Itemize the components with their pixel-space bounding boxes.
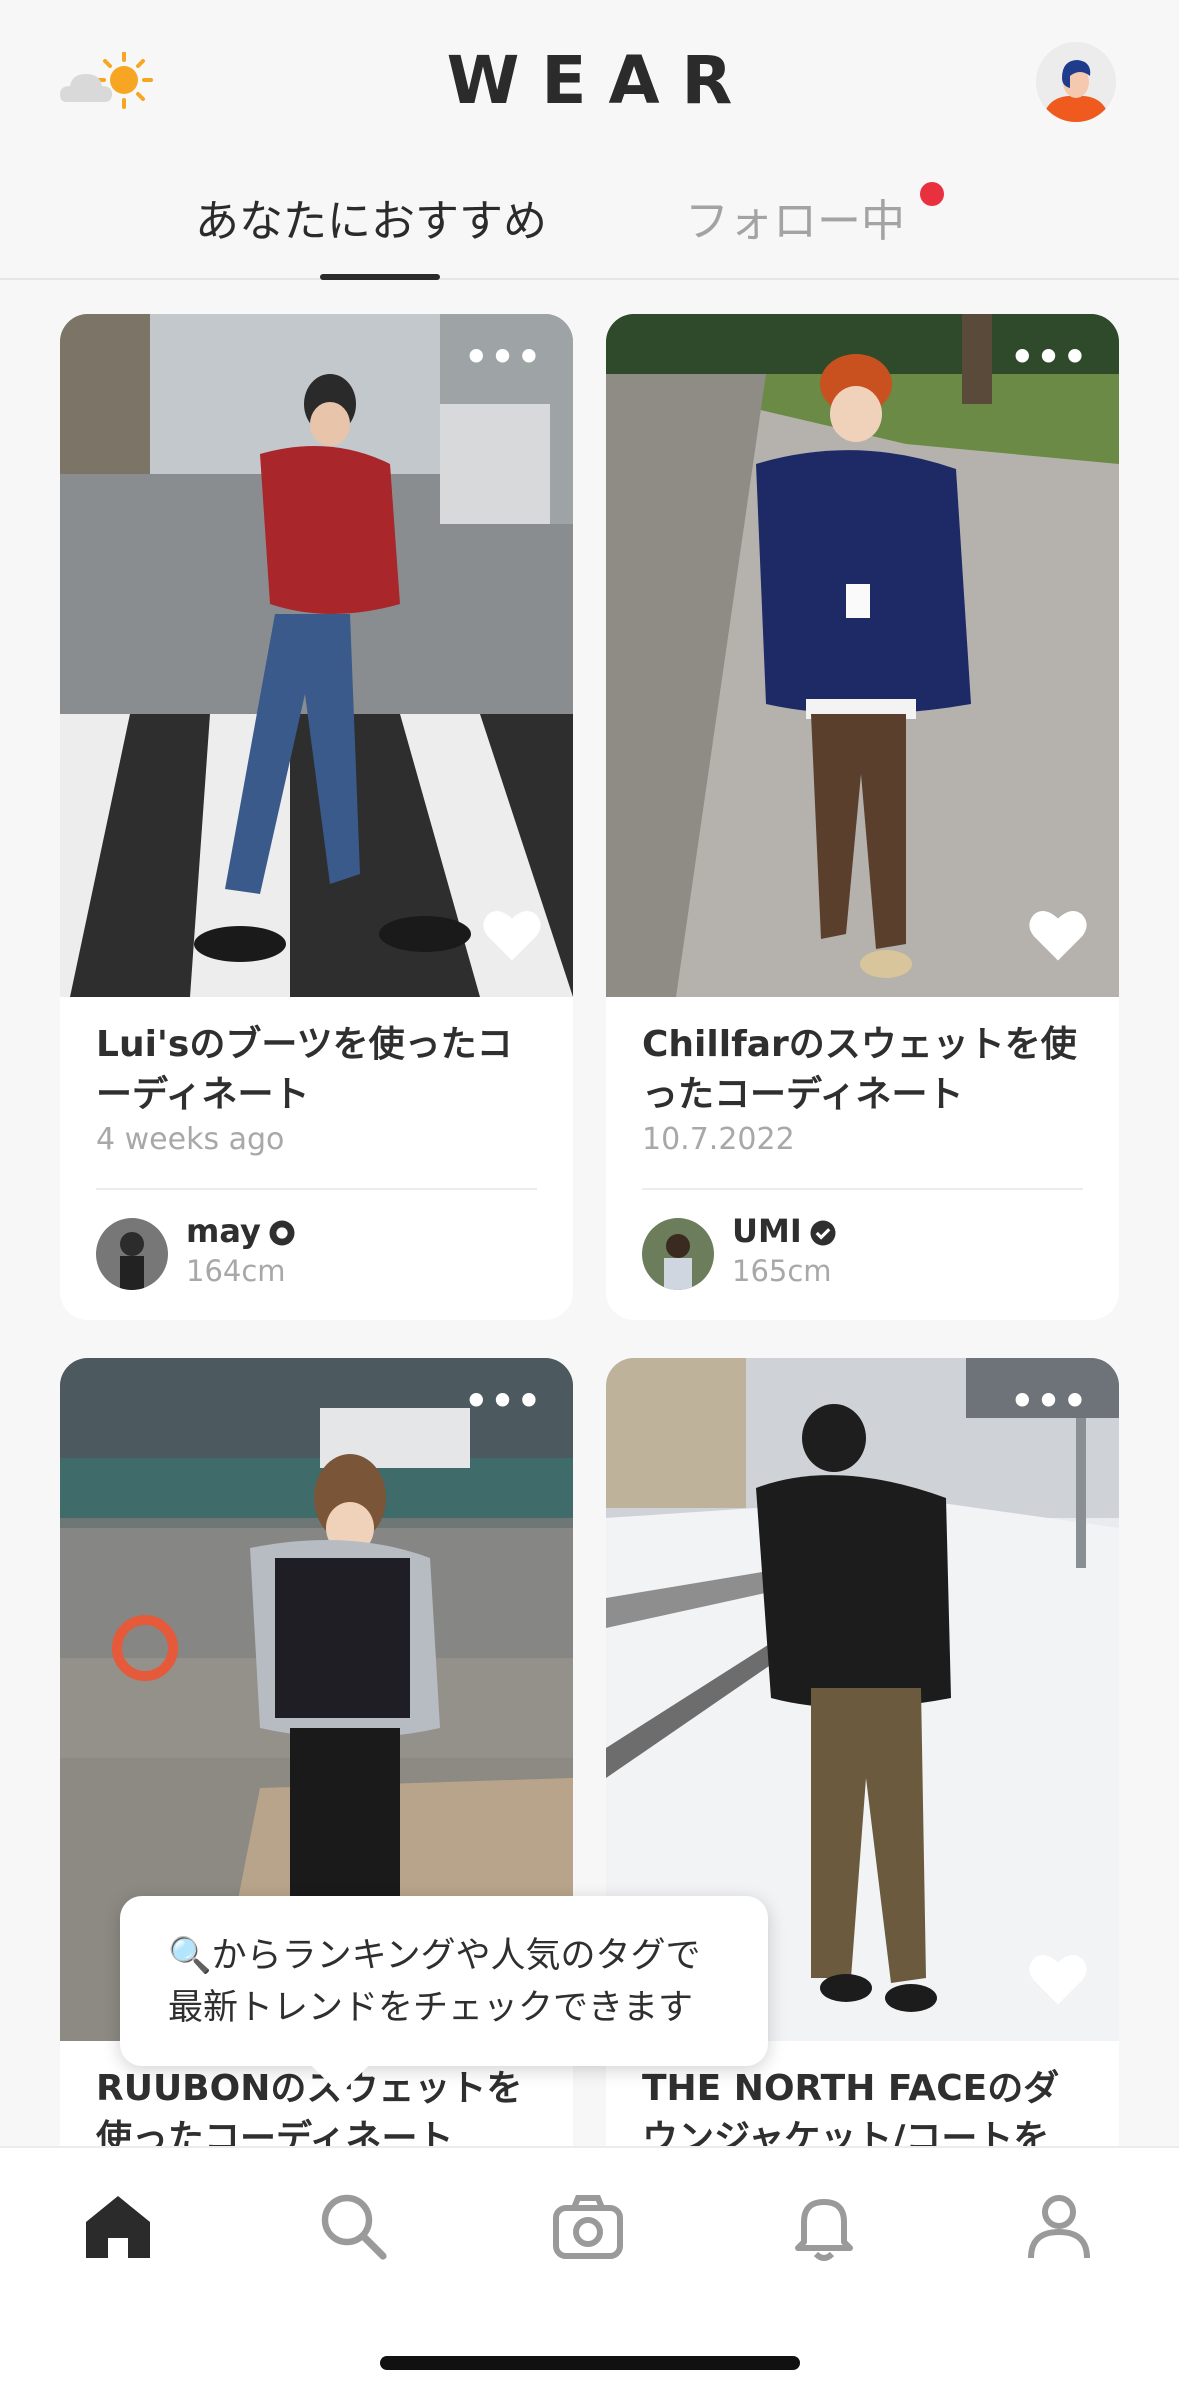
camera-icon[interactable] (548, 2186, 628, 2266)
verified-badge-icon (810, 1220, 836, 1246)
more-options-icon[interactable]: ••• (464, 1382, 543, 1420)
outfit-card[interactable]: ••• Chillfarのスウェットを使ったコーディネート 10.7.2022 … (606, 314, 1119, 1320)
post-date: 4 weeks ago (96, 1122, 285, 1157)
user-avatar[interactable] (96, 1218, 168, 1290)
home-indicator[interactable] (380, 2356, 800, 2370)
profile-icon[interactable] (1019, 2186, 1099, 2266)
tooltip-text: 🔍からランキングや人気のタグで 最新トレンドをチェックできます (168, 1936, 701, 2028)
outfit-card[interactable]: ••• Lui'sのブーツを使ったコーディネート 4 weeks ago may… (60, 314, 573, 1320)
active-tab-indicator (320, 274, 440, 280)
tab-following[interactable]: フォロー中 (685, 185, 905, 249)
notification-dot (920, 182, 944, 206)
divider (96, 1188, 537, 1190)
username[interactable]: may (186, 1212, 297, 1250)
outfit-title: Lui'sのブーツを使ったコーディネート (96, 1024, 513, 1115)
user-height: 165cm (732, 1254, 832, 1288)
search-icon[interactable] (313, 2186, 393, 2266)
app-logo: WEAR (446, 42, 755, 119)
outfit-photo[interactable]: ••• (606, 314, 1119, 997)
user-avatar[interactable] (642, 1218, 714, 1290)
shop-badge-icon (269, 1220, 295, 1246)
tab-recommended[interactable]: あなたにおすすめ (195, 185, 547, 249)
more-options-icon[interactable]: ••• (1010, 338, 1089, 376)
divider (642, 1188, 1083, 1190)
heart-icon[interactable] (481, 907, 543, 963)
more-options-icon[interactable]: ••• (464, 338, 543, 376)
username[interactable]: UMI (732, 1212, 838, 1250)
outfit-photo[interactable]: ••• (60, 314, 573, 997)
app-header: WEAR あなたにおすすめ フォロー中 (0, 0, 1179, 280)
outfit-card[interactable]: ••• THE NORTH FACEのダウンジャケット/コートを (606, 1358, 1119, 2258)
profile-avatar[interactable] (1036, 42, 1116, 122)
heart-icon[interactable] (1027, 1951, 1089, 2007)
post-date: 10.7.2022 (642, 1122, 795, 1157)
bell-icon[interactable] (784, 2186, 864, 2266)
outfit-title: Chillfarのスウェットを使ったコーディネート (642, 1024, 1077, 1115)
user-height: 164cm (186, 1254, 286, 1288)
heart-icon[interactable] (1027, 907, 1089, 963)
search-hint-tooltip[interactable]: 🔍からランキングや人気のタグで 最新トレンドをチェックできます (120, 1896, 768, 2095)
home-icon[interactable] (78, 2186, 158, 2266)
more-options-icon[interactable]: ••• (1010, 1382, 1089, 1420)
outfit-card[interactable]: ••• RUUBONのスウェットを使ったコーディネート (60, 1358, 573, 2258)
magnifier-emoji-icon: 🔍 (168, 1936, 212, 1976)
